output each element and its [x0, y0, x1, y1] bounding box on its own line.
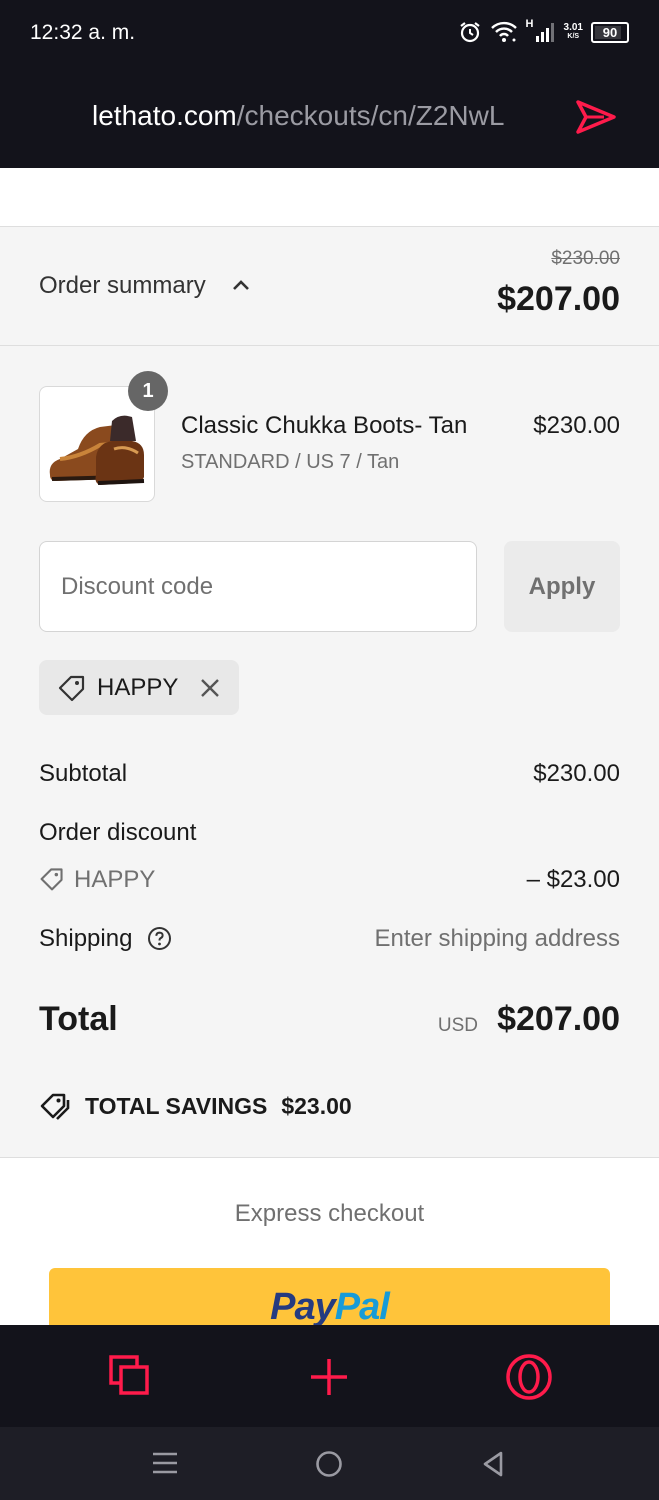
tag-icon: [58, 675, 85, 702]
summary-total: $207.00: [497, 280, 620, 318]
order-discount-label: Order discount: [39, 819, 197, 846]
wifi-icon: [490, 21, 517, 42]
system-navigation-bar: [0, 1427, 659, 1500]
new-tab-icon[interactable]: [309, 1357, 349, 1397]
express-checkout-label: Express checkout: [234, 1200, 425, 1227]
cell-signal-icon: H: [526, 18, 556, 44]
total-savings: TOTAL SAVINGS $23.00: [39, 1092, 352, 1120]
status-icons: H 3.01 K/S 90: [458, 18, 629, 44]
tabs-icon[interactable]: [109, 1355, 149, 1395]
paypal-button[interactable]: PayPal: [49, 1268, 610, 1328]
discount-code-label: HAPPY: [74, 866, 156, 893]
discount-value: – $23.00: [526, 866, 620, 893]
remove-discount-icon[interactable]: [199, 677, 221, 699]
product-name: Classic Chukka Boots- Tan: [181, 412, 468, 439]
recent-apps-icon[interactable]: [152, 1451, 178, 1475]
apply-button[interactable]: Apply: [504, 541, 620, 632]
applied-discount-chip: HAPPY: [39, 660, 239, 715]
product-variant: STANDARD / US 7 / Tan: [181, 451, 400, 473]
quantity-badge: 1: [128, 371, 168, 411]
status-bar: 12:32 a. m. H 3.01 K/S 90: [0, 0, 659, 68]
discount-code-input[interactable]: [39, 541, 477, 632]
chevron-up-icon[interactable]: [231, 278, 251, 292]
url-host: lethato.com: [92, 100, 237, 131]
home-icon[interactable]: [315, 1450, 343, 1478]
status-time: 12:32 a. m.: [30, 21, 136, 44]
net-speed: 3.01 K/S: [563, 22, 583, 41]
savings-value: $23.00: [281, 1092, 352, 1119]
currency-code: USD: [437, 1015, 478, 1036]
battery-icon: 90: [591, 21, 629, 43]
order-summary-label[interactable]: Order summary: [39, 272, 206, 300]
subtotal-value: $230.00: [533, 760, 620, 787]
product-price: $230.00: [533, 412, 620, 439]
applied-discount-code: HAPPY: [97, 674, 179, 701]
help-icon[interactable]: [147, 926, 172, 951]
opera-menu-icon[interactable]: [505, 1353, 553, 1401]
shipping-label: Shipping: [39, 925, 133, 952]
battery-level: 90: [602, 24, 618, 40]
shipping-value: Enter shipping address: [374, 925, 620, 952]
browser-bottom-bar: [0, 1325, 659, 1427]
url-path: /checkouts/cn/Z2NwL: [236, 100, 505, 131]
url-fade: [520, 95, 560, 140]
url-text[interactable]: lethato.com/checkouts/cn/Z2NwL: [92, 100, 552, 132]
total-value: $207.00: [497, 1000, 620, 1038]
back-icon[interactable]: [481, 1450, 505, 1478]
savings-tag-icon: [40, 1093, 70, 1120]
subtotal-label: Subtotal: [39, 760, 128, 787]
alarm-icon: [459, 22, 480, 43]
savings-label: TOTAL SAVINGS: [85, 1092, 268, 1119]
send-icon[interactable]: [574, 98, 618, 136]
total-label: Total: [39, 1000, 118, 1038]
paypal-logo: PayPal: [270, 1286, 390, 1328]
original-total: $230.00: [551, 248, 620, 269]
header-spacer: [0, 168, 659, 227]
discount-tag-icon: [40, 868, 63, 891]
